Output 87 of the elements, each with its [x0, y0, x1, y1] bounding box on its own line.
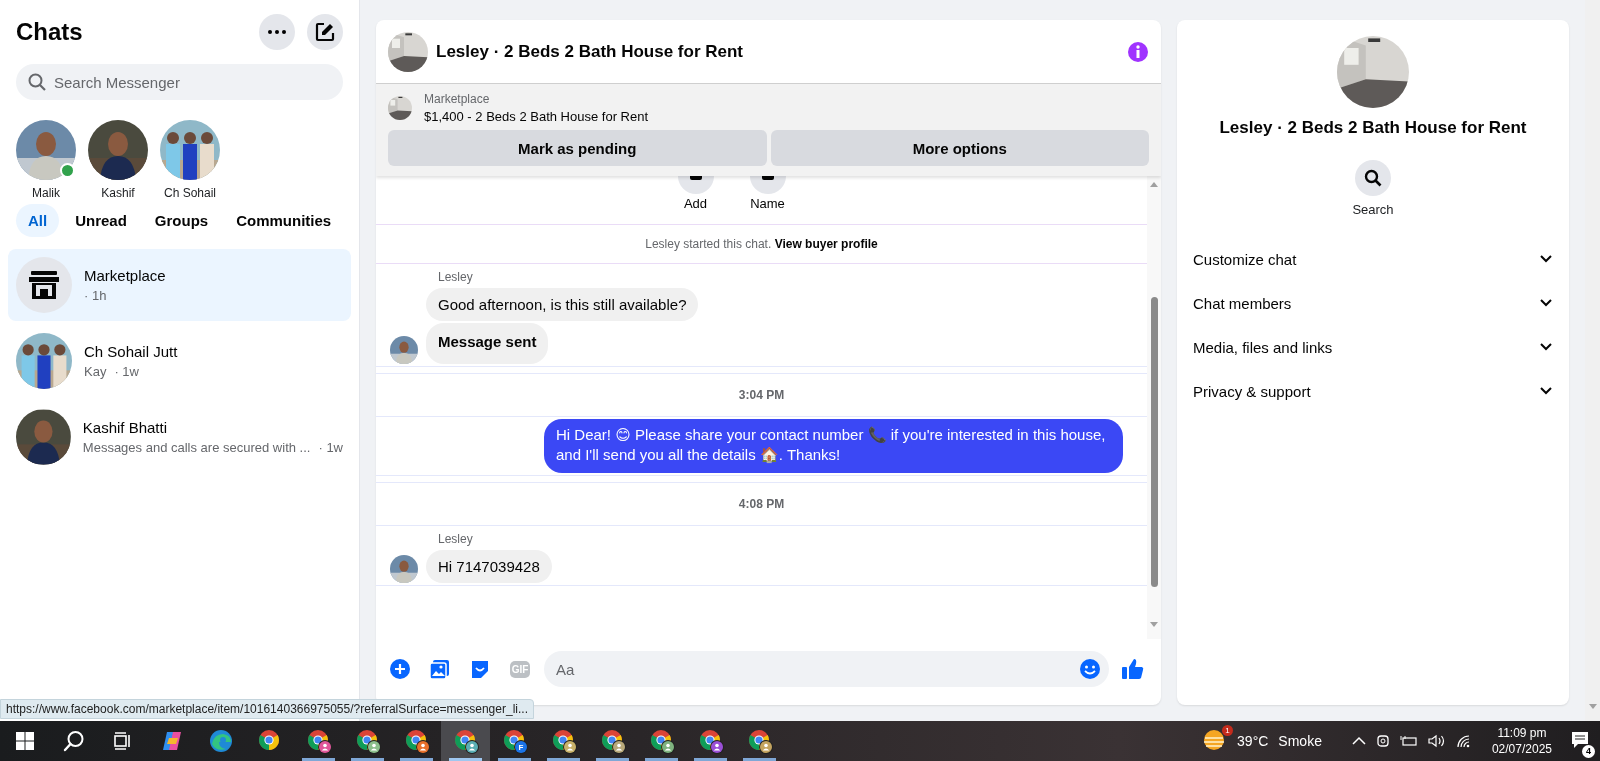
chrome-profile-icon — [599, 728, 626, 754]
emoji-icon[interactable] — [1079, 658, 1101, 680]
chat-item[interactable]: Kashif Bhatti Messages and calls are secured with ... · 1w — [8, 401, 351, 473]
camera-icon[interactable] — [1375, 733, 1390, 749]
chat-item[interactable]: Ch Sohail Jutt Kay · 1w — [8, 325, 351, 397]
image-icon[interactable] — [429, 658, 451, 680]
taskbar-app[interactable]: F — [490, 721, 539, 761]
battery-icon[interactable] — [1399, 734, 1418, 748]
chat-time: · 1h — [84, 288, 107, 303]
notification-badge: 4 — [1582, 744, 1595, 758]
temperature: 39°C — [1237, 733, 1269, 749]
section-header[interactable]: Customize chat — [1193, 237, 1553, 281]
chat-preview: Messages and calls are secured with ... — [82, 440, 311, 455]
clock-time: 11:09 pm — [1497, 725, 1547, 741]
message-bubble: Message sent — [426, 323, 549, 364]
contact-name: Malik — [32, 186, 60, 200]
new-message-button[interactable] — [307, 14, 343, 50]
message-bubble: Hi 7147039428 — [426, 550, 552, 583]
quick-action-label: Name — [750, 196, 785, 211]
chrome-profile-icon — [697, 728, 724, 754]
chat-name: Ch Sohail Jutt — [84, 343, 178, 360]
info-icon[interactable] — [1127, 40, 1149, 63]
windows-icon — [15, 732, 34, 750]
chat-time: · 1w — [114, 364, 139, 379]
listing-action-button[interactable]: More options — [770, 130, 1149, 166]
search-button[interactable] — [1355, 160, 1391, 196]
notification-icon[interactable] — [1570, 729, 1590, 750]
compose-icon — [315, 22, 335, 42]
search-icon — [62, 730, 85, 752]
message-bubble: Good afternoon, is this still available? — [426, 288, 699, 321]
status-url: https://www.facebook.com/marketplace/item/1016140366975055/?referralSurface=messenger_li... — [0, 699, 534, 719]
section-header[interactable]: Chat members — [1193, 281, 1553, 325]
search-icon — [1364, 169, 1382, 187]
message-field[interactable]: Aa — [544, 651, 1109, 687]
listing-title: $1,400 - 2 Beds 2 Bath House for Rent — [424, 109, 649, 124]
message-time: 3:04 PM — [738, 388, 785, 402]
listing-source: Marketplace — [424, 92, 491, 106]
conversation-title: Lesley · 2 Beds 2 Bath House for Rent — [1219, 118, 1527, 138]
thumbs-up-icon[interactable] — [1121, 657, 1145, 681]
contact-name: Ch Sohail — [164, 186, 216, 200]
more-button[interactable] — [259, 14, 295, 50]
more-icon — [268, 30, 286, 34]
action-label: Search — [1352, 202, 1394, 217]
chrome-profile-icon — [550, 728, 577, 754]
chrome-profile-icon — [354, 728, 381, 754]
task-view-icon — [113, 732, 132, 750]
chat-time: · 1w — [318, 440, 343, 455]
scrollbar[interactable] — [1147, 176, 1161, 639]
chat-name: Kashif Bhatti — [82, 419, 169, 436]
chrome-profile-icon — [452, 728, 479, 754]
chevron-up-icon[interactable] — [1351, 736, 1366, 746]
plus-icon[interactable] — [389, 658, 411, 680]
filter-tab[interactable]: Groups — [142, 204, 221, 237]
sender-name: Lesley — [438, 270, 474, 284]
chat-name: Marketplace — [84, 267, 166, 284]
edge-icon — [207, 728, 234, 754]
sticker-icon[interactable] — [469, 658, 491, 680]
section-header[interactable]: Media, files and links — [1193, 325, 1553, 369]
profile-initial: F — [517, 742, 525, 754]
sender-name: Lesley — [438, 532, 474, 546]
quick-action-label: Add — [683, 196, 708, 211]
filter-tab[interactable]: All — [16, 204, 60, 237]
chrome-profile-icon — [648, 728, 675, 754]
message-time: 4:08 PM — [738, 497, 785, 511]
scrollbar[interactable] — [1585, 0, 1600, 721]
contact-name: Kashif — [101, 186, 135, 200]
search-field[interactable]: Search Messenger — [16, 64, 343, 100]
shop-icon — [28, 270, 60, 300]
sidebar-title: Chats — [16, 18, 83, 46]
chat-title: Lesley · 2 Beds 2 Bath House for Rent — [436, 41, 745, 62]
clock-date: 02/07/2025 — [1491, 741, 1552, 757]
volume-icon[interactable] — [1427, 734, 1446, 748]
chat-preview: Kay — [84, 364, 107, 379]
filter-tab[interactable]: Unread — [63, 204, 139, 237]
section-header[interactable]: Privacy & support — [1193, 369, 1553, 413]
filter-tab[interactable]: Communities — [224, 204, 344, 237]
listing-action-button[interactable]: Mark as pending — [388, 130, 767, 166]
profile-link[interactable]: View buyer profile — [774, 237, 878, 251]
chat-item[interactable]: Marketplace · 1h — [8, 249, 351, 321]
weather-condition: Smoke — [1278, 733, 1322, 749]
chrome-profile-icon — [305, 728, 332, 754]
weather-badge: 1 — [1222, 724, 1234, 736]
system-message: Lesley started this chat. View buyer profile — [645, 237, 878, 251]
chrome-profile-icon — [403, 728, 430, 754]
chrome-profile-icon — [746, 728, 773, 754]
message-bubble: Hi Dear! 😊 Please share your contact number 📞 if you're interested in this house, and I'll send you all the details 🏠. Thanks! — [544, 419, 1123, 473]
chrome-profile-icon — [501, 728, 528, 754]
